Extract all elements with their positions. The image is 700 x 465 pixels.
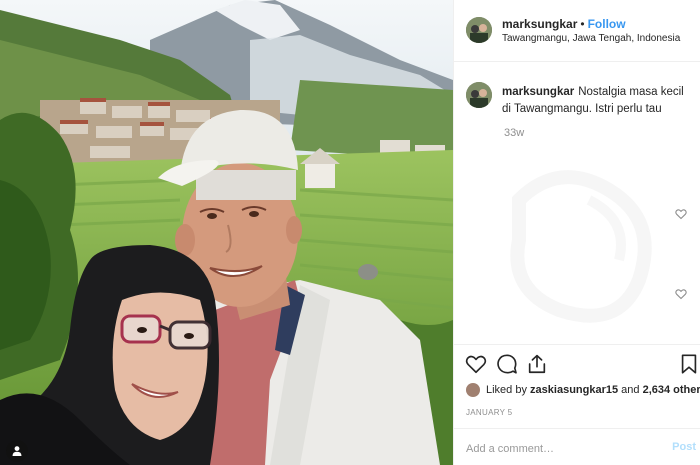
heart-icon[interactable] (675, 288, 687, 300)
background-watermark (510, 170, 652, 323)
heart-icon[interactable] (675, 208, 687, 220)
add-comment-bar: Post (454, 428, 700, 465)
likes-prefix: Liked by (486, 384, 527, 396)
avatar-image (466, 17, 492, 43)
post-image (0, 0, 453, 465)
follow-button[interactable]: Follow (588, 17, 626, 31)
liker-avatar[interactable] (466, 383, 480, 397)
header-line: marksungkar • Follow (502, 17, 626, 31)
post-header: marksungkar • Follow Tawangmangu, Jawa Ten… (454, 0, 700, 62)
likes-conjunction: and (621, 384, 640, 396)
comment-icon[interactable] (496, 353, 518, 375)
post-date[interactable]: JANUARY 5 (466, 408, 512, 417)
comments-section: marksungkar Nostalgia masa kecil di Tawan… (454, 62, 700, 344)
caption-time-ago[interactable]: 33w (504, 127, 524, 139)
separator-dot: • (580, 17, 585, 31)
share-icon[interactable] (526, 353, 548, 375)
liker-username[interactable]: zaskiasungkar15 (530, 384, 618, 396)
username-link[interactable]: marksungkar (502, 17, 577, 31)
post-photo[interactable] (0, 0, 453, 465)
caption-avatar[interactable] (466, 82, 492, 108)
location-link[interactable]: Tawangmangu, Jawa Tengah, Indonesia (502, 33, 680, 44)
comment-input[interactable] (466, 439, 656, 459)
likes-summary: Liked by zaskiasungkar15 and 2,634 other… (466, 383, 700, 397)
likes-count[interactable]: 2,634 others (643, 384, 700, 396)
actions-bar: Liked by zaskiasungkar15 and 2,634 other… (454, 344, 700, 436)
post-comment-button[interactable]: Post (672, 441, 696, 453)
bookmark-icon[interactable] (678, 353, 700, 375)
heart-icon[interactable] (465, 353, 487, 375)
user-tag-button[interactable] (6, 440, 28, 462)
caption: marksungkar Nostalgia masa kecil di Tawan… (502, 84, 692, 118)
post-panel: marksungkar • Follow Tawangmangu, Jawa Ten… (453, 0, 700, 465)
avatar[interactable] (466, 17, 492, 43)
person-icon (12, 446, 22, 456)
caption-username[interactable]: marksungkar (502, 86, 574, 98)
avatar-image (466, 82, 492, 108)
